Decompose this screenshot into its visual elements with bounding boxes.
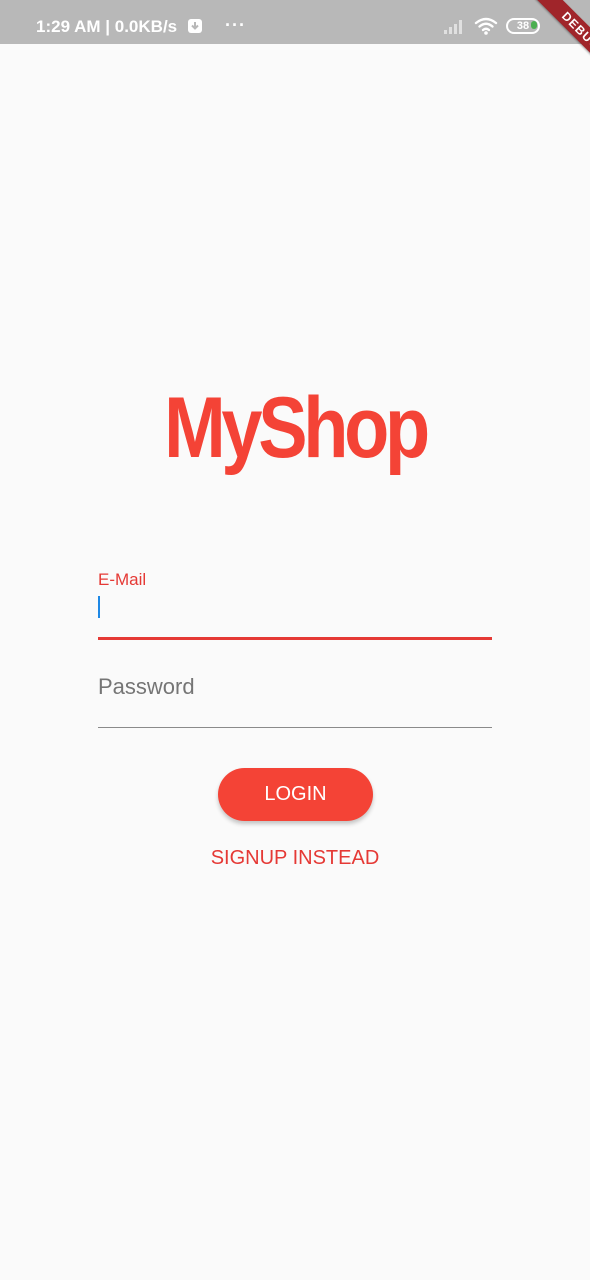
- wifi-icon: [474, 17, 498, 35]
- status-time: 1:29 AM | 0.0KB/s: [36, 17, 178, 36]
- email-field[interactable]: [98, 592, 492, 630]
- text-cursor: [98, 596, 100, 618]
- login-button[interactable]: LOGIN: [218, 768, 373, 821]
- email-field-underline: [98, 637, 492, 640]
- signup-instead-button[interactable]: SIGNUP INSTEAD: [195, 842, 395, 874]
- battery-icon: 38: [506, 18, 540, 34]
- password-field[interactable]: [98, 668, 492, 706]
- signal-icon: [444, 20, 462, 34]
- password-field-underline: [98, 727, 492, 728]
- email-label: E-Mail: [98, 570, 147, 589]
- status-bar: 1:29 AM | 0.0KB/s ··· 38: [0, 0, 590, 44]
- download-icon: [188, 19, 202, 33]
- more-icon: ···: [225, 15, 246, 35]
- battery-level: 38: [516, 20, 530, 32]
- app-logo: MyShop: [164, 380, 430, 476]
